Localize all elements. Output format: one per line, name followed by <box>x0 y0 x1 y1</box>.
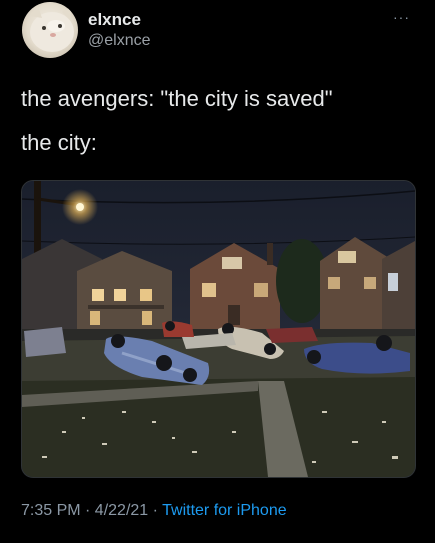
user-handle[interactable]: @elxnce <box>88 32 151 50</box>
display-name[interactable]: elxnce <box>88 10 141 30</box>
tweet-header: elxnce @elxnce ··· <box>22 2 422 62</box>
tweet-text-line-2: the city: <box>21 130 97 155</box>
source-link[interactable]: Twitter for iPhone <box>162 502 287 519</box>
cat-avatar-icon[interactable] <box>22 2 78 58</box>
street-scene-image <box>22 181 415 477</box>
meta-separator: · <box>148 502 163 519</box>
tweet-meta: 7:35 PM · 4/22/21 · Twitter for iPhone <box>21 502 287 520</box>
timestamp[interactable]: 7:35 PM · 4/22/21 <box>21 502 148 519</box>
more-options-icon[interactable]: ··· <box>393 9 410 25</box>
tweet-text-line-1: the avengers: "the city is saved" <box>21 86 333 111</box>
tweet-photo[interactable] <box>21 180 416 478</box>
